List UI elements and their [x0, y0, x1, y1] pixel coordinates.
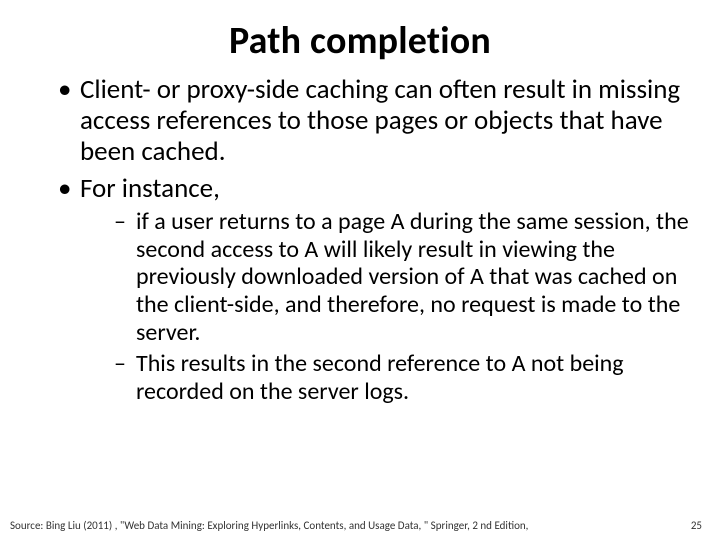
sub-bullet-text: if a user returns to a page A during the…: [136, 207, 689, 346]
source-citation: Source: Bing Liu (2011) , "Web Data Mini…: [10, 519, 528, 532]
slide-footer: Source: Bing Liu (2011) , "Web Data Mini…: [10, 519, 710, 532]
bullet-text: Client- or proxy-side caching can often …: [80, 73, 680, 168]
page-number: 25: [691, 519, 710, 532]
sub-bullet-item: This results in the second reference to …: [114, 350, 690, 405]
bullet-list-level1: Client- or proxy-side caching can often …: [30, 74, 690, 405]
slide: Path completion Client- or proxy-side ca…: [0, 0, 720, 540]
slide-body: Client- or proxy-side caching can often …: [0, 64, 720, 405]
sub-bullet-item: if a user returns to a page A during the…: [114, 208, 690, 346]
sub-bullet-text: This results in the second reference to …: [136, 349, 624, 406]
bullet-item: For instance, if a user returns to a pag…: [58, 173, 690, 405]
slide-title: Path completion: [0, 0, 720, 64]
bullet-item: Client- or proxy-side caching can often …: [58, 74, 690, 167]
bullet-text: For instance,: [80, 172, 220, 205]
bullet-list-level2: if a user returns to a page A during the…: [80, 208, 690, 405]
